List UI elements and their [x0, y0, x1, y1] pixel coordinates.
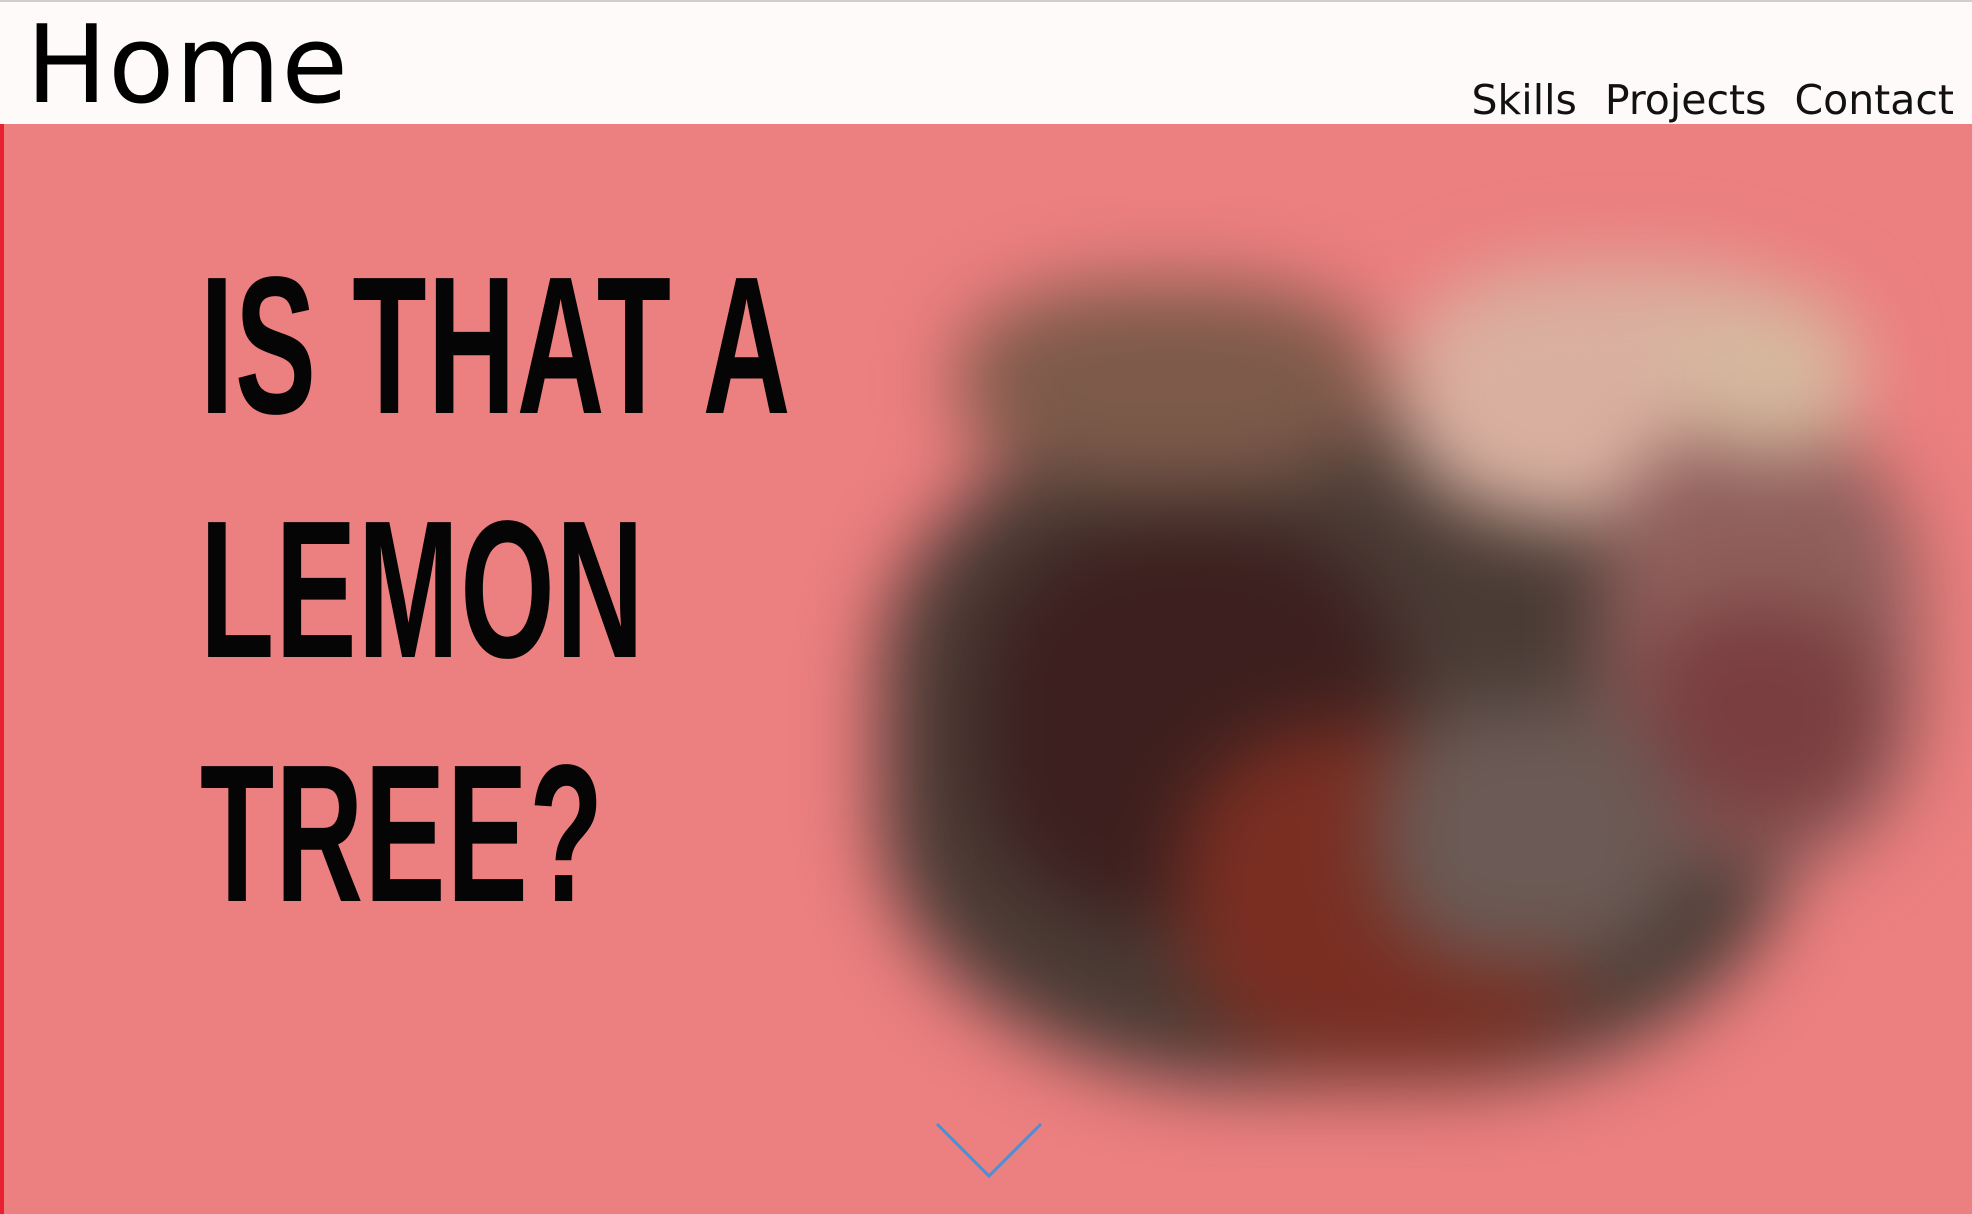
nav-link-projects[interactable]: Projects [1605, 74, 1767, 126]
scroll-down-button[interactable] [934, 1120, 1044, 1180]
hero-headline: IS THAT A LEMON TREE? [200, 224, 792, 956]
site-header: Home Skills Projects Contact [0, 2, 1972, 126]
page: Home Skills Projects Contact IS THAT A L… [0, 0, 1972, 1214]
main-nav: Skills Projects Contact [1472, 74, 1954, 126]
home-link[interactable]: Home [26, 6, 349, 126]
headline-line-3: TREE? [200, 724, 605, 943]
hero-section: IS THAT A LEMON TREE? [0, 124, 1972, 1214]
headline-line-2: LEMON [200, 480, 645, 699]
hero-left-edge [0, 124, 4, 1214]
nav-link-contact[interactable]: Contact [1794, 74, 1954, 126]
nav-link-skills[interactable]: Skills [1472, 74, 1577, 126]
hero-background-photo [820, 164, 1960, 1144]
chevron-down-icon [935, 1122, 1043, 1179]
headline-line-1: IS THAT A [200, 236, 792, 455]
